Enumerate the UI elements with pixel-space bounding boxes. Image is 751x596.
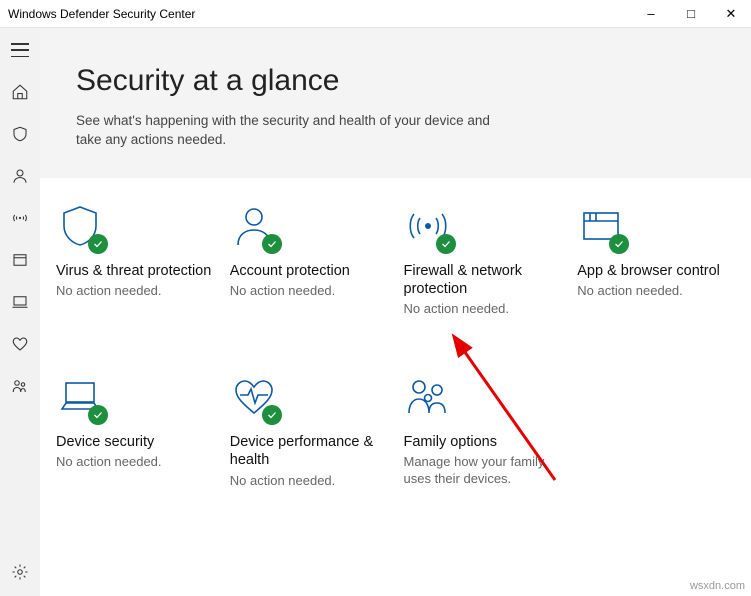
tile-title: App & browser control [577, 262, 735, 280]
tile-status: No action needed. [230, 283, 388, 299]
tile-status: No action needed. [577, 283, 735, 299]
tile-title: Virus & threat protection [56, 262, 214, 280]
tiles-grid: Virus & threat protection No action need… [40, 178, 751, 489]
tile-status: No action needed. [56, 283, 214, 299]
tile-firewall-network[interactable]: Firewall & network protection No action … [404, 202, 562, 318]
tile-device-security[interactable]: Device security No action needed. [56, 373, 214, 489]
titlebar: Windows Defender Security Center – □ ✕ [0, 0, 751, 28]
hamburger-menu-button[interactable] [10, 40, 30, 60]
settings-icon[interactable] [10, 562, 30, 582]
shield-icon[interactable] [10, 124, 30, 144]
ok-badge [88, 234, 108, 254]
window-controls: – □ ✕ [631, 0, 751, 27]
watermark: wsxdn.com [690, 580, 745, 592]
tile-title: Firewall & network protection [404, 262, 562, 298]
ok-badge [436, 234, 456, 254]
heart-pulse-icon [230, 373, 278, 421]
main-content: Security at a glance See what's happenin… [40, 28, 751, 596]
tile-status: Manage how your family uses their device… [404, 454, 562, 487]
heart-icon[interactable] [10, 334, 30, 354]
tile-virus-threat[interactable]: Virus & threat protection No action need… [56, 202, 214, 318]
tile-app-browser[interactable]: App & browser control No action needed. [577, 202, 735, 318]
tile-family-options[interactable]: Family options Manage how your family us… [404, 373, 562, 489]
person-icon [230, 202, 278, 250]
family-icon[interactable] [10, 376, 30, 396]
tile-title: Device security [56, 433, 214, 451]
network-icon [404, 202, 452, 250]
tile-title: Family options [404, 433, 562, 451]
tile-title: Account protection [230, 262, 388, 280]
app-browser-icon[interactable] [10, 250, 30, 270]
page-title: Security at a glance [76, 64, 715, 98]
maximize-button[interactable]: □ [671, 0, 711, 27]
page-header: Security at a glance See what's happenin… [40, 28, 751, 178]
tile-status: No action needed. [56, 454, 214, 470]
sidebar [0, 28, 40, 596]
shield-icon [56, 202, 104, 250]
tile-title: Device performance & health [230, 433, 388, 469]
ok-badge [262, 405, 282, 425]
close-button[interactable]: ✕ [711, 0, 751, 27]
family-icon [404, 373, 452, 421]
ok-badge [609, 234, 629, 254]
window-icon [577, 202, 625, 250]
person-icon[interactable] [10, 166, 30, 186]
ok-badge [262, 234, 282, 254]
tile-status: No action needed. [230, 473, 388, 489]
window-title: Windows Defender Security Center [8, 7, 195, 21]
tile-performance-health[interactable]: Device performance & health No action ne… [230, 373, 388, 489]
tile-status: No action needed. [404, 301, 562, 317]
device-icon[interactable] [10, 292, 30, 312]
ok-badge [88, 405, 108, 425]
minimize-button[interactable]: – [631, 0, 671, 27]
home-icon[interactable] [10, 82, 30, 102]
tile-account-protection[interactable]: Account protection No action needed. [230, 202, 388, 318]
page-subtitle: See what's happening with the security a… [76, 112, 506, 150]
network-icon[interactable] [10, 208, 30, 228]
laptop-icon [56, 373, 104, 421]
